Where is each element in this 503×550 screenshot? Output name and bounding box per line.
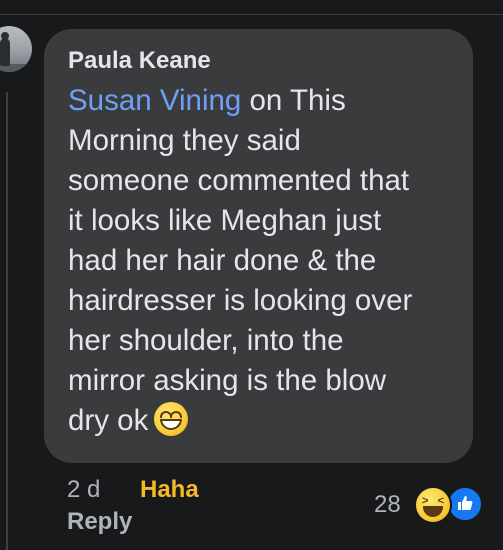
comment-line-3: someone commented that bbox=[68, 164, 410, 197]
comment-line-2: Morning they said bbox=[68, 124, 301, 157]
reaction-count[interactable]: 28 bbox=[374, 491, 401, 519]
reply-button[interactable]: Reply bbox=[67, 508, 132, 536]
comment-line-9: dry ok bbox=[68, 401, 468, 441]
comment-author[interactable]: Paula Keane bbox=[68, 47, 211, 75]
top-divider bbox=[0, 14, 503, 15]
like-reaction-icon[interactable] bbox=[447, 486, 483, 522]
thread-line bbox=[6, 92, 8, 550]
comment-timestamp[interactable]: 2 d bbox=[67, 476, 100, 504]
comment-line-6: hairdresser is looking over bbox=[68, 284, 413, 317]
comment-text: Susan Vining on This Morning they said s… bbox=[68, 81, 468, 441]
comment-line-5: had her hair done & the bbox=[68, 244, 377, 277]
comment-bubble: Paula Keane Susan Vining on This Morning… bbox=[44, 29, 473, 463]
haha-reaction-icon[interactable]: > < bbox=[414, 486, 452, 524]
comment-line-4: it looks like Meghan just bbox=[68, 204, 382, 237]
comment-line-7: her shoulder, into the bbox=[68, 324, 344, 357]
grinning-face-emoji-icon bbox=[154, 402, 189, 436]
comment-line-1: Susan Vining on This bbox=[68, 84, 346, 117]
mention-link[interactable]: Susan Vining bbox=[68, 84, 241, 117]
haha-reaction-button[interactable]: Haha bbox=[140, 476, 199, 504]
avatar[interactable] bbox=[0, 26, 32, 72]
comment-line-8: mirror asking is the blow bbox=[68, 364, 387, 397]
